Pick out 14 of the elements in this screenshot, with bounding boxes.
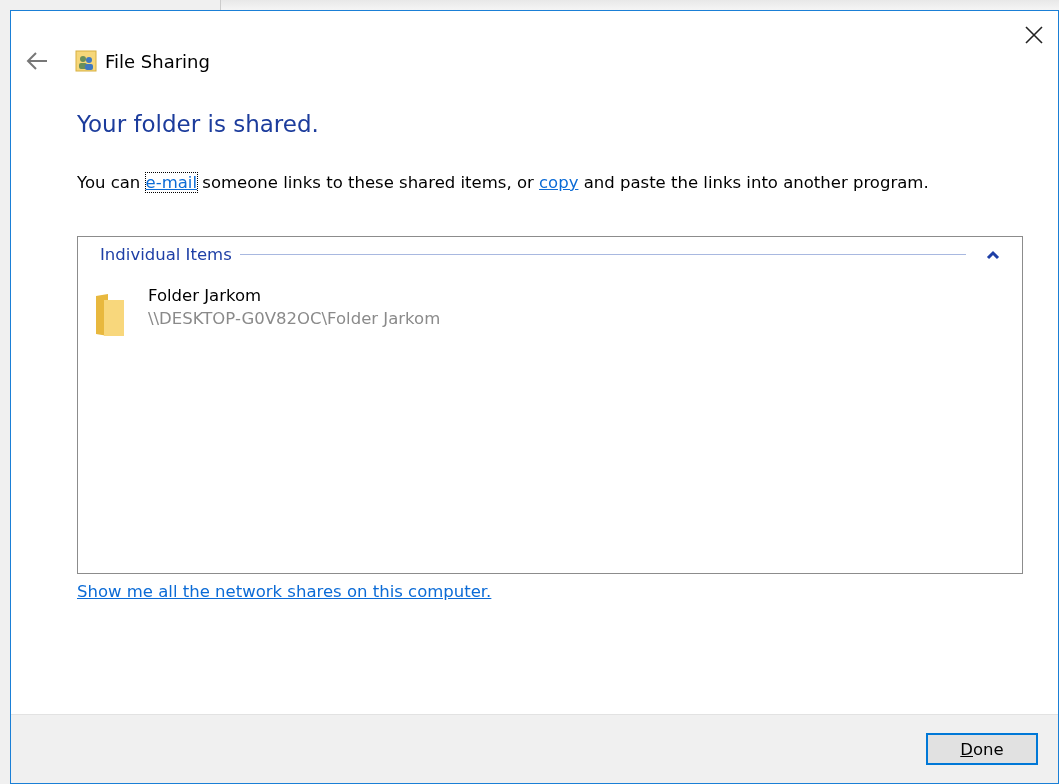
back-arrow-icon[interactable] [25,51,49,71]
group-title: Individual Items [100,245,232,264]
network-shares-link[interactable]: Show me all the network shares on this computer. [77,582,492,601]
item-path: \\DESKTOP-G0V82OC\Folder Jarkom [148,309,441,328]
copy-link[interactable]: copy [539,173,579,192]
item-name: Folder Jarkom [148,286,263,305]
chevron-icon[interactable] [986,249,1000,260]
email-link[interactable]: e-mail [145,173,198,192]
done-button[interactable]: Done [926,733,1038,765]
window-title: File Sharing [105,50,210,72]
message-text: You can e-mail someone links to these shared items, or copy and paste the links into another program. [77,173,930,192]
heading: Your folder is shared. [77,111,320,137]
people-icon [75,50,97,72]
close-button[interactable] [1024,25,1044,45]
